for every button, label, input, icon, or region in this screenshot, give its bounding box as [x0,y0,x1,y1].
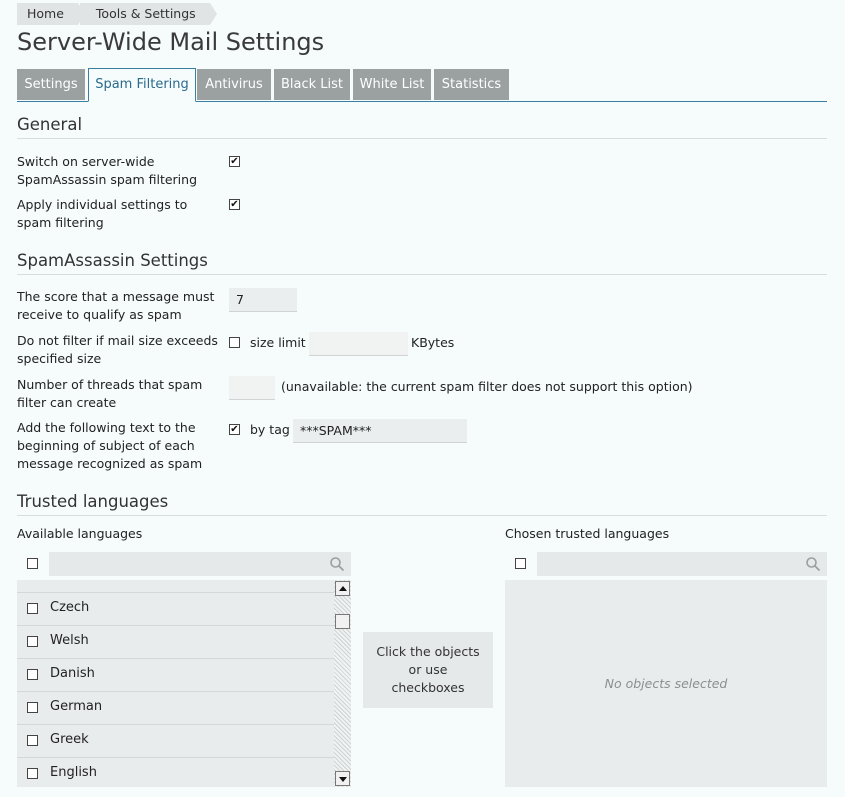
breadcrumb-home[interactable]: Home [17,3,85,25]
tab-antivirus[interactable]: Antivirus [197,69,271,100]
selection-hint-text: Click the objects or use checkboxes [376,644,480,695]
list-item[interactable]: Danish [17,659,334,692]
empty-list-text: No objects selected [604,676,728,691]
available-search-input[interactable] [49,552,355,578]
section-general-heading: General [17,115,827,139]
apply-individual-label: Apply individual settings to spam filter… [17,197,188,230]
tag-label: Add the following text to the beginning … [17,420,203,471]
tag-input[interactable] [293,419,467,443]
breadcrumb-tools-settings[interactable]: Tools & Settings [79,3,217,25]
scroll-thumb[interactable] [335,614,350,629]
list-item[interactable]: English [17,758,334,787]
search-icon [806,557,821,572]
apply-individual-checkbox[interactable]: ✔ [229,199,240,210]
tab-spam-filtering[interactable]: Spam Filtering [88,68,196,102]
language-name: German [50,699,103,714]
available-languages-list[interactable]: Czech Welsh Danish German Greek English [17,580,351,787]
tab-bar: Settings Spam Filtering Antivirus Black … [17,68,827,102]
language-checkbox[interactable] [27,603,38,614]
threads-label: Number of threads that spam filter can c… [17,377,203,410]
list-item[interactable]: Welsh [17,626,334,659]
list-scrollbar[interactable] [334,580,351,787]
page-title: Server-Wide Mail Settings [17,28,325,56]
switch-on-checkbox[interactable]: ✔ [229,156,240,167]
language-checkbox[interactable] [27,768,38,779]
score-label: The score that a message must receive to… [17,289,215,322]
tab-black-list[interactable]: Black List [274,69,350,100]
size-label: Do not filter if mail size exceeds speci… [17,333,218,366]
arrow-down-icon [339,777,347,782]
list-item[interactable]: Greek [17,725,334,758]
chosen-search-input[interactable] [537,552,831,578]
available-languages-label: Available languages [17,526,143,541]
tag-text: by tag [250,422,290,437]
section-spamassassin-heading: SpamAssassin Settings [17,251,827,275]
size-limit-checkbox[interactable] [229,337,240,348]
language-name: Czech [50,600,90,615]
language-checkbox[interactable] [27,735,38,746]
list-item-partial [17,580,334,593]
breadcrumb: Home Tools & Settings [17,3,217,25]
language-name: Greek [50,732,89,747]
language-checkbox[interactable] [27,636,38,647]
list-item[interactable]: Czech [17,593,334,626]
tag-checkbox[interactable]: ✔ [229,424,240,435]
language-checkbox[interactable] [27,702,38,713]
scroll-down-button[interactable] [335,771,350,786]
section-trusted-heading: Trusted languages [17,492,827,516]
selection-hint: Click the objects or use checkboxes [363,632,493,708]
language-name: English [50,765,97,780]
select-all-chosen-checkbox[interactable] [515,558,526,569]
chosen-languages-label: Chosen trusted languages [505,526,670,541]
language-checkbox[interactable] [27,669,38,680]
threads-input[interactable] [229,376,275,400]
tab-statistics[interactable]: Statistics [434,69,509,100]
chosen-search-box[interactable] [537,552,831,578]
language-name: Danish [50,666,95,681]
arrow-up-icon [339,586,347,591]
scroll-up-button[interactable] [335,581,350,596]
size-unit-text: KBytes [411,335,455,350]
available-search-box[interactable] [49,552,355,578]
threads-note: (unavailable: the current spam filter do… [281,379,693,394]
switch-on-label: Switch on server-wide SpamAssassin spam … [17,154,197,187]
chosen-languages-list[interactable]: No objects selected [505,580,827,787]
size-limit-input[interactable] [309,332,408,356]
select-all-available-checkbox[interactable] [27,558,38,569]
tab-white-list[interactable]: White List [353,69,431,100]
search-icon [330,557,345,572]
language-name: Welsh [50,633,89,648]
size-limit-text: size limit [250,335,306,350]
tab-settings[interactable]: Settings [17,69,85,100]
list-item[interactable]: German [17,692,334,725]
score-input[interactable] [229,288,297,312]
